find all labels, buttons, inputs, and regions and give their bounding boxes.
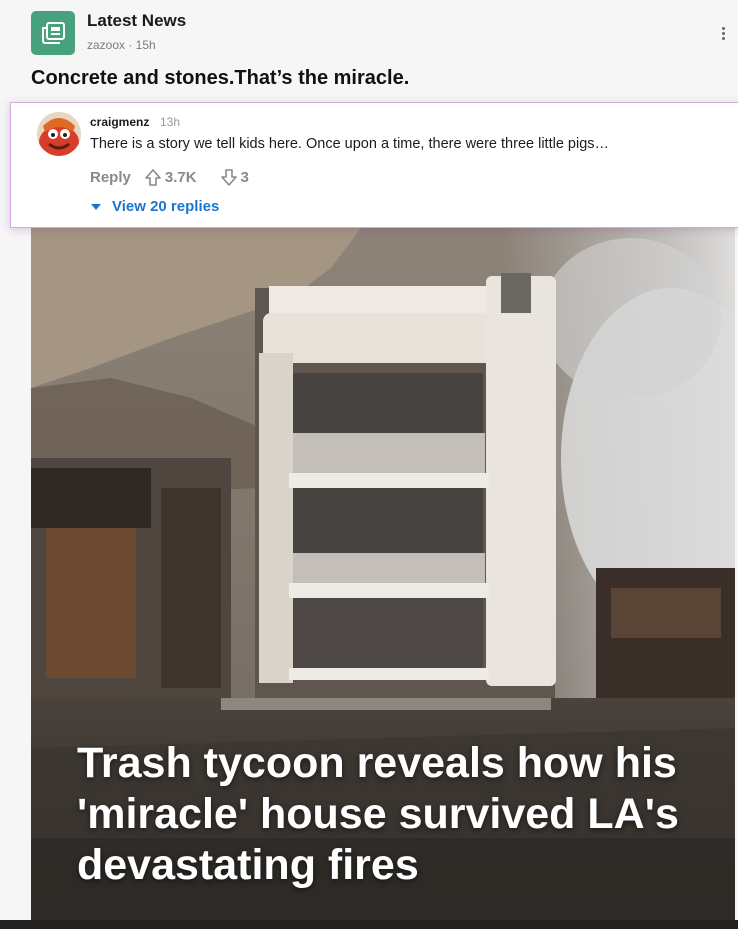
image-caption: Trash tycoon reveals how his 'miracle' h… — [77, 739, 679, 889]
view-replies-label: View 20 replies — [112, 198, 220, 215]
post-title[interactable]: Concrete and stones.That’s the miracle. — [31, 67, 409, 90]
upvote-count: 3.7K — [164, 169, 197, 186]
comment-actions: Reply 3.7K 3 — [90, 169, 249, 186]
comment-body: There is a story we tell kids here. Once… — [90, 136, 610, 152]
post-image[interactable]: Trash tycoon reveals how his 'miracle' h… — [31, 228, 735, 920]
comment-popup: craigmenz 13h There is a story we tell k… — [10, 102, 738, 228]
arrow-down-icon — [220, 169, 237, 186]
view-replies-button[interactable]: View 20 replies — [90, 198, 219, 215]
community-name[interactable]: Latest News — [87, 11, 186, 31]
comment-author[interactable]: craigmenz — [90, 115, 149, 129]
more-vertical-icon[interactable] — [716, 24, 730, 42]
downvote-button[interactable]: 3 — [220, 169, 249, 186]
arrow-up-icon — [145, 169, 161, 186]
bottom-bar — [0, 920, 738, 929]
post-meta: zazoox · 15h — [87, 38, 156, 52]
newspaper-icon[interactable] — [31, 11, 75, 55]
downvote-count: 3 — [240, 169, 249, 186]
upvote-button[interactable]: 3.7K — [145, 169, 197, 186]
comment-time: 13h — [160, 115, 181, 129]
reply-button[interactable]: Reply — [90, 169, 131, 186]
avatar[interactable] — [37, 112, 81, 156]
caret-down-icon — [91, 203, 101, 210]
post-card: Latest News zazoox · 15h Concrete and st… — [0, 0, 738, 920]
